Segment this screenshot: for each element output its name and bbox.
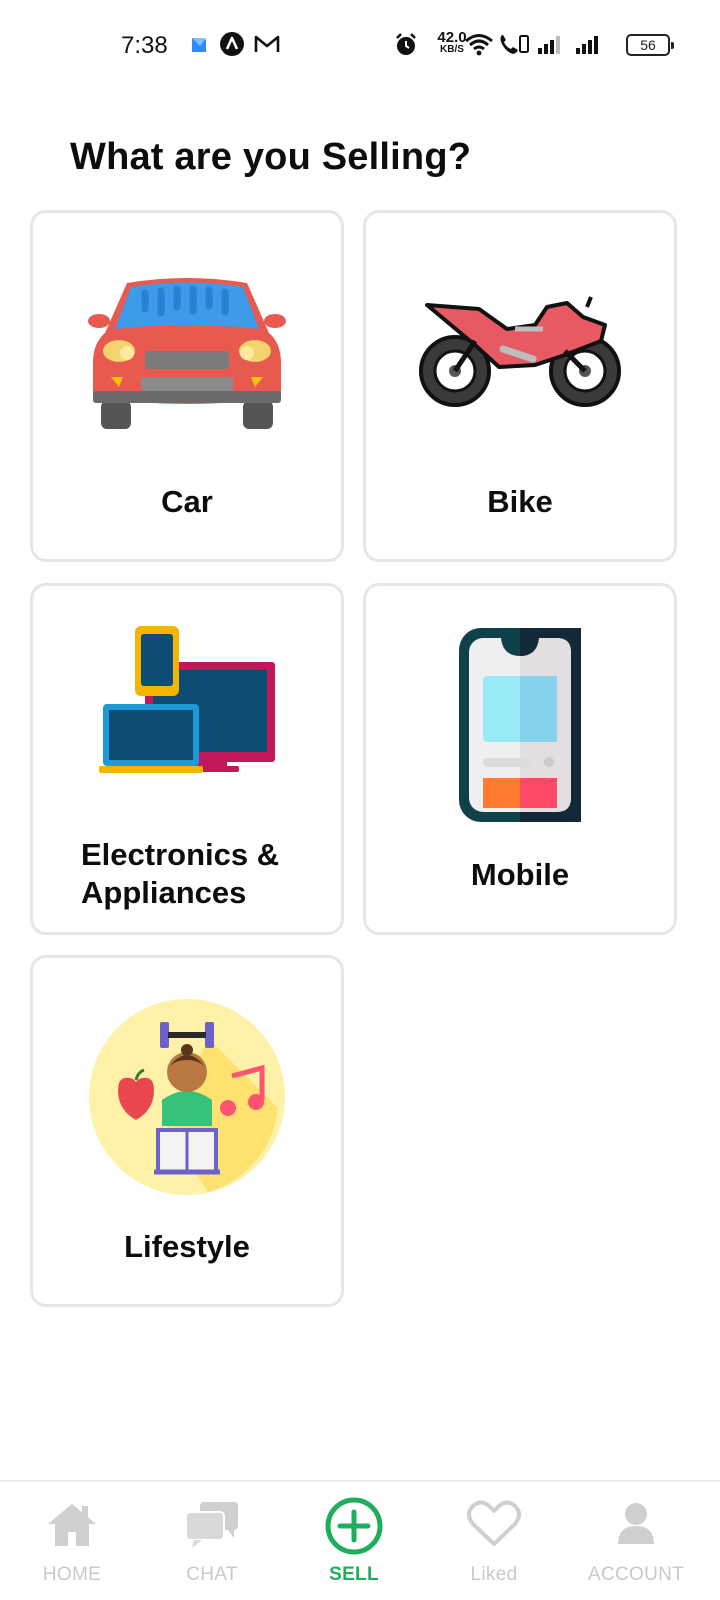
category-label-car: Car (161, 484, 213, 519)
bottom-navigation: HOME CHAT SELL Liked ACCOUNT (0, 1480, 720, 1600)
category-label-electronics-line1: Electronics & (81, 837, 280, 872)
nav-liked-label: Liked (470, 1564, 518, 1585)
battery-icon: 56 (626, 34, 674, 56)
status-bar: 7:38 42.0 KB/S 56 (0, 0, 720, 92)
page-title: What are you Selling? (70, 136, 472, 178)
category-label-lifestyle: Lifestyle (124, 1229, 250, 1264)
category-label-mobile: Mobile (470, 857, 570, 892)
nav-home-label: HOME (42, 1564, 102, 1585)
category-card-mobile[interactable]: Mobile (363, 583, 677, 935)
nav-sell[interactable]: SELL (282, 1482, 426, 1600)
nav-account[interactable]: ACCOUNT (564, 1482, 708, 1600)
car-icon (88, 278, 286, 429)
category-card-lifestyle[interactable]: Lifestyle (30, 955, 344, 1307)
home-icon (48, 1504, 96, 1546)
nav-liked[interactable]: Liked (422, 1482, 566, 1600)
app-notification-icon (192, 38, 206, 52)
lifestyle-icon (89, 999, 285, 1195)
arc-icon (220, 32, 244, 56)
mobile-phone-icon (459, 628, 581, 822)
category-card-car[interactable]: Car (30, 210, 344, 562)
category-label-electronics: Electronics & Appliances (81, 836, 329, 912)
category-card-bike[interactable]: Bike (363, 210, 677, 562)
signal-icon-2 (576, 36, 598, 54)
category-card-electronics-appliances[interactable]: Electronics & Appliances (30, 583, 344, 935)
heart-icon (467, 1500, 521, 1546)
alarm-icon (396, 33, 416, 55)
plus-circle-icon (325, 1497, 383, 1555)
gmail-icon (254, 35, 280, 52)
nav-sell-label: SELL (329, 1564, 379, 1585)
category-label-electronics-line2: Appliances (81, 875, 247, 910)
chat-icon (185, 1502, 238, 1548)
signal-icon (538, 36, 560, 54)
nav-chat[interactable]: CHAT (140, 1482, 284, 1600)
status-time: 7:38 (121, 32, 168, 59)
electronics-icon (99, 626, 275, 773)
motorbike-icon (419, 296, 621, 407)
nav-account-label: ACCOUNT (587, 1564, 685, 1585)
nav-home[interactable]: HOME (0, 1482, 144, 1600)
nav-chat-label: CHAT (186, 1564, 238, 1585)
category-label-bike: Bike (487, 484, 553, 519)
wifi-icon (465, 34, 493, 56)
volte-call-icon (500, 35, 529, 54)
user-icon (618, 1503, 654, 1544)
